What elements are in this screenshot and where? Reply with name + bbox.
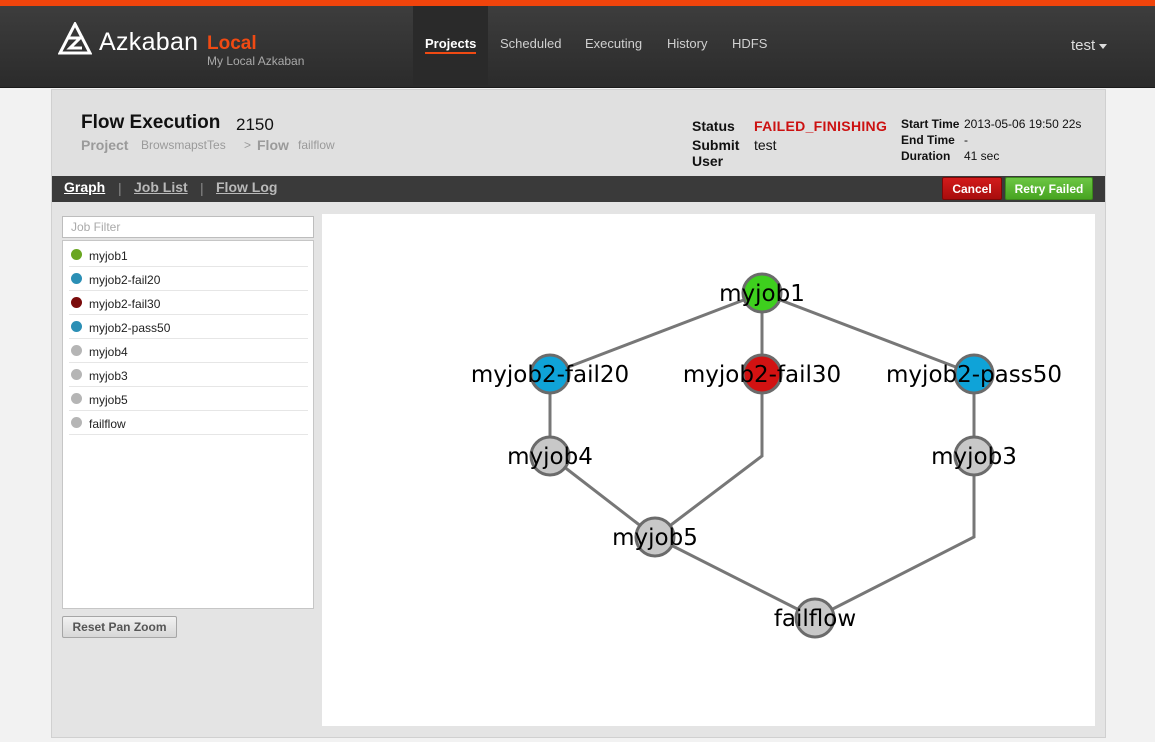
brand-subtitle: My Local Azkaban <box>207 54 305 68</box>
graph-node[interactable]: myjob2-pass50 <box>886 353 1062 395</box>
duration-label: Duration <box>901 149 951 163</box>
job-status-dot-icon <box>71 297 82 308</box>
end-time-value: - <box>964 133 968 147</box>
job-list-item[interactable]: myjob3 <box>69 363 308 387</box>
graph-edge <box>654 374 764 539</box>
breadcrumb-separator: > <box>244 138 252 152</box>
submit-user-value: test <box>754 137 777 153</box>
job-list-item[interactable]: failflow <box>69 411 308 435</box>
job-status-dot-icon <box>71 321 82 332</box>
cancel-button[interactable]: Cancel <box>942 177 1002 200</box>
end-time-label: End Time <box>901 133 955 147</box>
graph-node-label: myjob5 <box>612 525 698 551</box>
azkaban-logo-icon[interactable] <box>58 22 92 56</box>
job-filter-input[interactable] <box>62 216 314 238</box>
start-time-value: 2013-05-06 19:50 22s <box>964 117 1082 131</box>
flow-graph[interactable]: myjob1 myjob2-fail20 myjob2-fail30 myjob2-p… <box>322 214 1095 726</box>
graph-node[interactable]: myjob1 <box>719 272 805 314</box>
top-navbar: Azkaban Local My Local Azkaban Projects … <box>0 6 1155 88</box>
graph-node-label: myjob4 <box>507 444 593 470</box>
job-name: myjob5 <box>89 393 128 407</box>
start-time-label: Start Time <box>901 117 960 131</box>
job-list-item[interactable]: myjob4 <box>69 339 308 363</box>
status-label: Status <box>692 118 735 134</box>
flow-graph-canvas[interactable]: myjob1 myjob2-fail20 myjob2-fail30 myjob2-p… <box>322 214 1095 726</box>
tab-separator: | <box>118 180 122 196</box>
job-list-item[interactable]: myjob2-fail30 <box>69 291 308 315</box>
job-status-dot-icon <box>71 249 82 260</box>
tab-flow-log[interactable]: Flow Log <box>216 179 277 195</box>
flow-label: Flow <box>257 137 289 153</box>
graph-node-label: failflow <box>774 606 856 632</box>
brand-name[interactable]: Azkaban <box>99 28 198 57</box>
graph-node-label: myjob1 <box>719 281 805 307</box>
nav-history[interactable]: History <box>655 6 719 85</box>
graph-node-label: myjob2-fail20 <box>471 362 629 388</box>
execution-id: 2150 <box>236 115 274 134</box>
job-list-item[interactable]: myjob1 <box>69 243 308 267</box>
graph-node-label: myjob2-pass50 <box>886 362 1062 388</box>
execution-header: Flow Execution 2150 Project BrowsmapstTe… <box>52 90 1105 176</box>
reset-pan-zoom-button[interactable]: Reset Pan Zoom <box>62 616 177 638</box>
job-status-dot-icon <box>71 369 82 380</box>
tab-bar: Graph | Job List | Flow Log Cancel Retry… <box>52 176 1105 202</box>
flow-link[interactable]: failflow <box>298 138 335 152</box>
job-name: myjob3 <box>89 369 128 383</box>
tab-graph[interactable]: Graph <box>64 179 105 195</box>
job-status-dot-icon <box>71 393 82 404</box>
graph-node[interactable]: myjob5 <box>612 516 698 558</box>
tab-separator: | <box>200 180 204 196</box>
graph-edge <box>814 456 976 620</box>
submit-user-label-2: User <box>692 153 724 169</box>
main-container: Flow Execution 2150 Project BrowsmapstTe… <box>51 89 1106 738</box>
caret-down-icon <box>1099 43 1108 49</box>
job-list-panel: myjob1 myjob2-fail20 myjob2-fail30 myjob2-p… <box>62 240 314 609</box>
nav-scheduled[interactable]: Scheduled <box>488 6 573 85</box>
job-status-dot-icon <box>71 345 82 356</box>
nav-projects[interactable]: Projects <box>413 6 489 85</box>
job-list-item[interactable]: myjob5 <box>69 387 308 411</box>
page-title: Flow Execution <box>81 112 221 133</box>
nav-executing[interactable]: Executing <box>573 6 654 85</box>
brand-local: Local <box>207 33 257 54</box>
graph-node-label: myjob2-fail30 <box>683 362 841 388</box>
duration-value: 41 sec <box>964 149 1000 163</box>
tab-job-list[interactable]: Job List <box>134 179 188 195</box>
status-value: FAILED_FINISHING <box>754 118 888 134</box>
job-name: myjob1 <box>89 249 128 263</box>
nav-hdfs[interactable]: HDFS <box>720 6 779 85</box>
job-name: myjob2-fail20 <box>89 273 161 287</box>
graph-node-label: myjob3 <box>931 444 1017 470</box>
project-link[interactable]: BrowsmapstTes <box>141 138 226 152</box>
user-menu[interactable]: test <box>1071 37 1108 54</box>
project-label: Project <box>81 137 129 153</box>
retry-failed-button[interactable]: Retry Failed <box>1005 177 1093 200</box>
submit-user-label: Submit <box>692 137 740 153</box>
job-name: myjob2-pass50 <box>89 321 171 335</box>
job-list-item[interactable]: myjob2-pass50 <box>69 315 308 339</box>
graph-node[interactable]: myjob3 <box>931 435 1017 477</box>
user-name: test <box>1071 37 1096 54</box>
graph-node[interactable]: myjob2-fail30 <box>683 353 841 395</box>
job-name: myjob4 <box>89 345 128 359</box>
job-name: myjob2-fail30 <box>89 297 161 311</box>
job-list-item[interactable]: myjob2-fail20 <box>69 267 308 291</box>
job-status-dot-icon <box>71 273 82 284</box>
graph-node[interactable]: myjob2-fail20 <box>471 353 629 395</box>
job-status-dot-icon <box>71 417 82 428</box>
graph-node[interactable]: myjob4 <box>507 435 593 477</box>
job-name: failflow <box>89 417 126 431</box>
